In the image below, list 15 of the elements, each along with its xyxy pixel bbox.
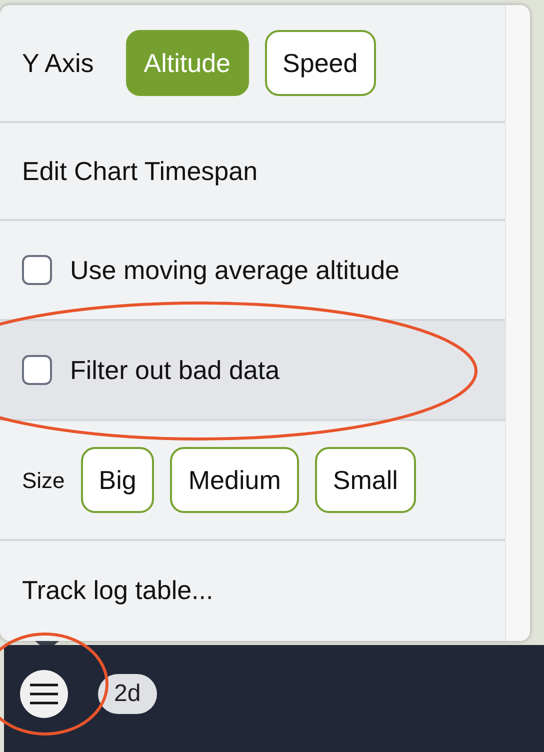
mode-pill[interactable]: 2d xyxy=(98,674,157,714)
y-axis-option[interactable]: Speed xyxy=(264,30,376,96)
menu-icon xyxy=(29,682,59,704)
menu-button[interactable] xyxy=(20,670,68,718)
size-option[interactable]: Small xyxy=(314,447,416,513)
size-option[interactable]: Big xyxy=(80,447,154,513)
menu-item[interactable]: Edit Chart Timespan xyxy=(22,152,258,190)
checkbox-label[interactable]: Filter out bad data xyxy=(70,350,280,390)
size-option[interactable]: Medium xyxy=(170,447,299,513)
checkbox[interactable] xyxy=(22,355,52,385)
size-label: Size xyxy=(22,466,65,494)
checkbox-label[interactable]: Use moving average altitude xyxy=(70,250,400,290)
y-axis-label: Y Axis xyxy=(22,46,94,80)
checkbox[interactable] xyxy=(22,255,52,285)
menu-item[interactable]: Track log table... xyxy=(22,570,214,610)
